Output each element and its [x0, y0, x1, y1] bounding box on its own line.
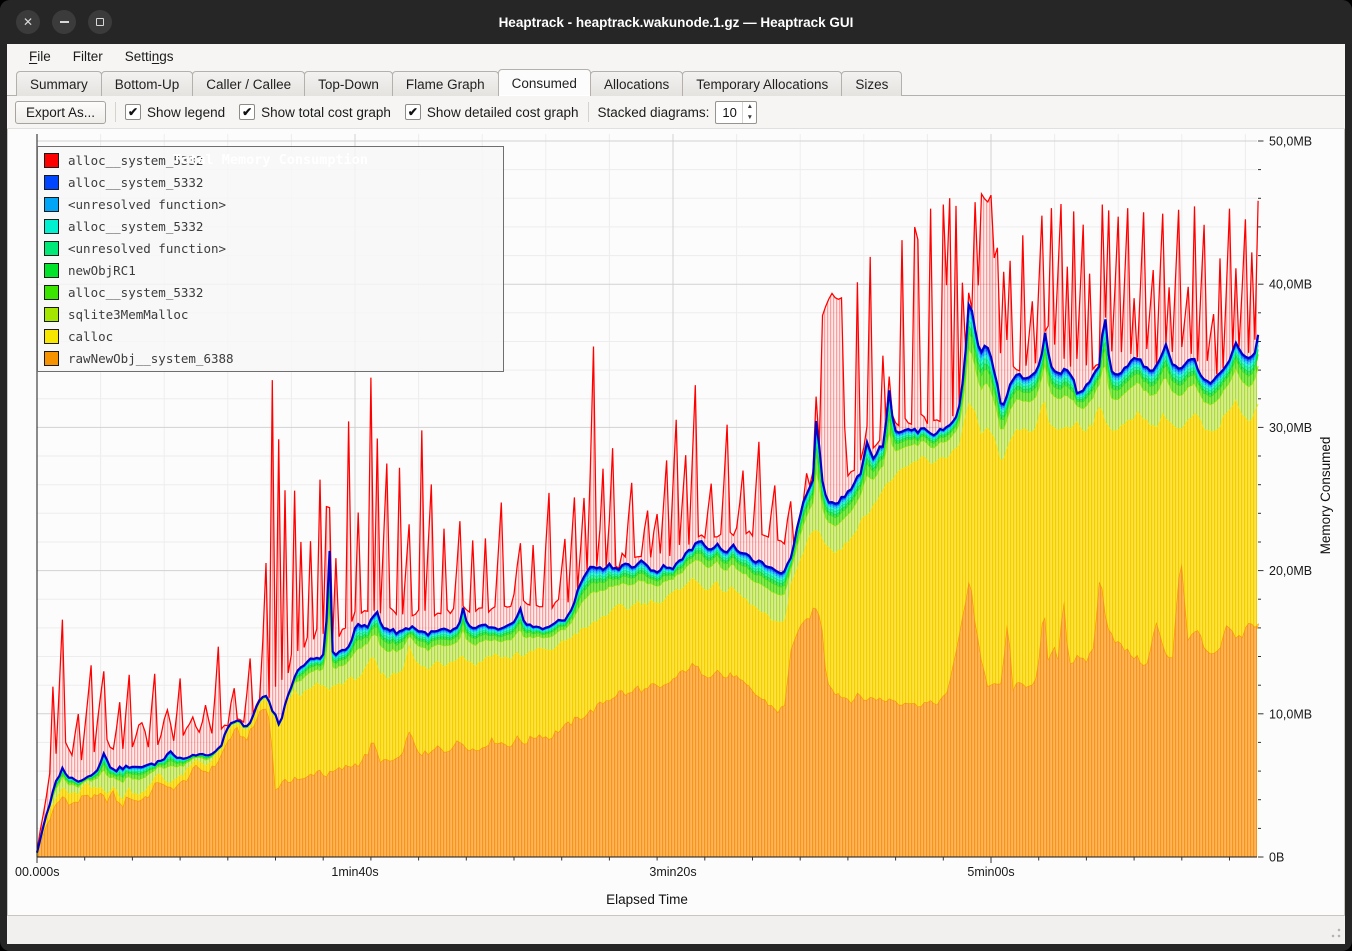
legend-swatch [44, 197, 59, 212]
menu-item-settings[interactable]: Settings [115, 47, 184, 66]
legend-swatch [44, 219, 59, 234]
legend-title-row: Total Memory Consumption [38, 149, 503, 171]
legend-row: <unresolved function> [38, 237, 503, 259]
stacked-diagrams-stepper[interactable]: 10 ▲ ▼ [715, 101, 757, 124]
export-as-button[interactable]: Export As... [15, 101, 106, 124]
toolbar-separator [588, 102, 589, 122]
spin-up-icon[interactable]: ▲ [743, 102, 756, 113]
window-title: Heaptrack - heaptrack.wakunode.1.gz — He… [0, 15, 1352, 30]
svg-text:50,0MB: 50,0MB [1269, 135, 1312, 149]
close-icon[interactable]: ✕ [16, 10, 40, 34]
legend-row: alloc__system_5332 [38, 281, 503, 303]
svg-text:1min40s: 1min40s [331, 865, 378, 879]
legend-swatch [44, 241, 59, 256]
legend-label: rawNewObj__system_6388 [68, 351, 234, 366]
svg-text:30,0MB: 30,0MB [1269, 421, 1312, 435]
legend-swatch [44, 285, 59, 300]
tab-bottom-up[interactable]: Bottom-Up [101, 71, 194, 96]
minimize-icon[interactable] [52, 10, 76, 34]
spin-down-icon[interactable]: ▼ [743, 112, 756, 123]
legend-label: alloc__system_5332 [68, 219, 203, 234]
checkmark-icon: ✔ [405, 104, 421, 120]
legend-label: alloc__system_5332 [68, 175, 203, 190]
menu-item-filter[interactable]: Filter [63, 47, 113, 66]
legend-label: newObjRC1 [68, 263, 136, 278]
resize-grip-icon[interactable] [1328, 927, 1342, 941]
svg-text:00.000s: 00.000s [15, 865, 59, 879]
checkmark-icon: ✔ [239, 104, 255, 120]
menu-item-file[interactable]: File [19, 47, 61, 66]
legend-label: calloc [68, 329, 113, 344]
app-window: ✕ Heaptrack - heaptrack.wakunode.1.gz — … [0, 0, 1352, 951]
window-controls: ✕ [16, 10, 112, 34]
svg-text:0B: 0B [1269, 851, 1284, 865]
legend-row: <unresolved function> [38, 193, 503, 215]
legend-row: rawNewObj__system_6388 [38, 347, 503, 369]
legend-swatch [44, 351, 59, 366]
legend-row: alloc__system_5332 [38, 215, 503, 237]
menubar: FileFilterSettings [7, 44, 1345, 69]
tab-summary[interactable]: Summary [16, 71, 102, 96]
tab-sizes[interactable]: Sizes [841, 71, 902, 96]
svg-text:3min20s: 3min20s [649, 865, 696, 879]
legend-swatch [44, 263, 59, 278]
tab-top-down[interactable]: Top-Down [304, 71, 393, 96]
legend-label: <unresolved function> [68, 197, 226, 212]
titlebar: ✕ Heaptrack - heaptrack.wakunode.1.gz — … [0, 0, 1352, 44]
legend-row: alloc__system_5332 [38, 171, 503, 193]
svg-text:Memory Consumed: Memory Consumed [1318, 437, 1333, 555]
checkbox-show-legend[interactable]: ✔ Show legend [125, 104, 225, 120]
legend-swatch [44, 329, 59, 344]
maximize-icon[interactable] [88, 10, 112, 34]
checkbox-label: Show total cost graph [261, 105, 391, 120]
checkbox-show-total-cost-graph[interactable]: ✔ Show total cost graph [239, 104, 391, 120]
legend-label: <unresolved function> [68, 241, 226, 256]
legend-label: sqlite3MemMalloc [68, 307, 188, 322]
svg-text:40,0MB: 40,0MB [1269, 278, 1312, 292]
tabbar: SummaryBottom-UpCaller / CalleeTop-DownF… [7, 69, 1345, 96]
checkbox-label: Show legend [147, 105, 225, 120]
checkbox-label: Show detailed cost graph [427, 105, 579, 120]
svg-text:20,0MB: 20,0MB [1269, 564, 1312, 578]
tab-flame-graph[interactable]: Flame Graph [392, 71, 499, 96]
legend-swatch [44, 307, 59, 322]
svg-text:5min00s: 5min00s [967, 865, 1014, 879]
tab-allocations[interactable]: Allocations [590, 71, 683, 96]
legend-swatch [44, 153, 59, 168]
tab-caller-callee[interactable]: Caller / Callee [192, 71, 305, 96]
chart-area: 00.000s 1min40s 3min20s 5min00s 0B 10,0MB 20,0… [7, 129, 1345, 916]
legend-row: calloc [38, 325, 503, 347]
legend-swatch [44, 175, 59, 190]
svg-text:Elapsed Time: Elapsed Time [606, 892, 688, 907]
svg-text:10,0MB: 10,0MB [1269, 707, 1312, 721]
chart-legend: Total Memory Consumption alloc__system_53… [37, 146, 504, 372]
stacked-diagrams-label: Stacked diagrams: [598, 105, 710, 120]
legend-row: newObjRC1 [38, 259, 503, 281]
toolbar-separator [115, 102, 116, 122]
toolbar: Export As... ✔ Show legend ✔ Show total cos… [7, 96, 1345, 129]
tab-consumed[interactable]: Consumed [498, 69, 591, 96]
legend-label: alloc__system_5332 [68, 285, 203, 300]
stacked-diagrams-value: 10 [716, 102, 742, 123]
checkmark-icon: ✔ [125, 104, 141, 120]
tab-temporary-allocations[interactable]: Temporary Allocations [682, 71, 842, 96]
legend-row: sqlite3MemMalloc [38, 303, 503, 325]
statusbar [7, 916, 1345, 944]
legend-label: Total Memory Consumption [68, 152, 473, 168]
checkbox-show-detailed-cost-graph[interactable]: ✔ Show detailed cost graph [405, 104, 579, 120]
